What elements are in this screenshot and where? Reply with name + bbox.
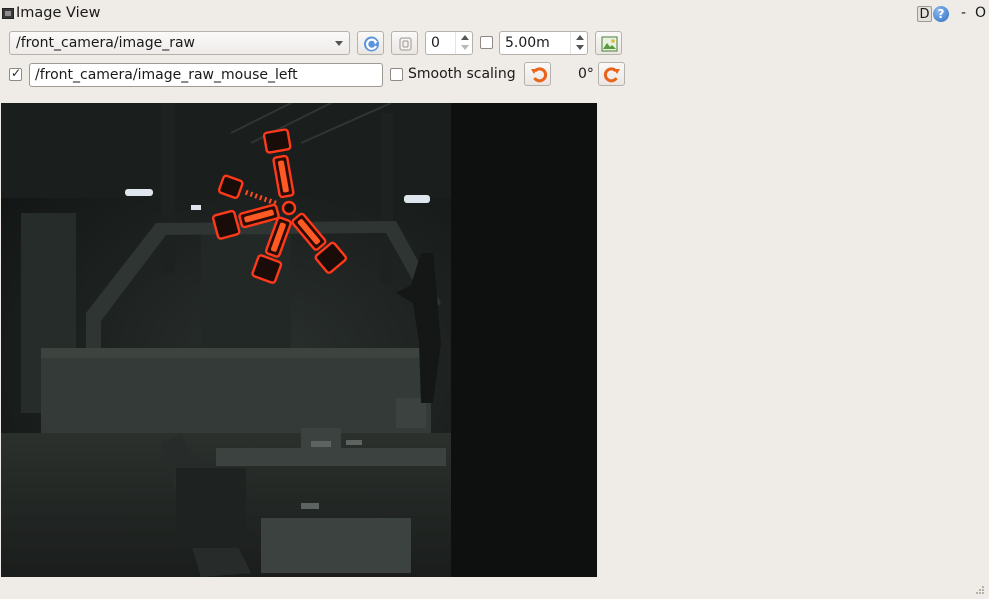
mouse-topic-checkbox[interactable]: ✓ <box>9 66 22 81</box>
dark-right-region <box>451 103 597 577</box>
topic-select-value: /front_camera/image_raw <box>16 35 195 51</box>
spin-up-icon[interactable] <box>461 35 469 40</box>
rotate-right-icon <box>603 67 620 83</box>
save-image-icon <box>601 36 618 52</box>
window-title: Image View <box>16 5 101 21</box>
spin-down-icon[interactable] <box>576 45 584 50</box>
minimize-button[interactable]: - <box>961 5 966 21</box>
rotate-left-button[interactable] <box>524 62 551 86</box>
rotation-label: 0° <box>578 66 594 82</box>
chevron-down-icon <box>335 41 343 46</box>
rotate-left-icon <box>531 67 548 83</box>
duration-checkbox[interactable] <box>480 36 493 49</box>
zoom-fit-button[interactable] <box>391 31 418 55</box>
camera-image[interactable] <box>1 103 597 577</box>
number-spinbox[interactable]: 0 <box>425 31 473 55</box>
save-image-button[interactable] <box>595 31 622 55</box>
smooth-scaling-checkbox[interactable] <box>390 68 403 81</box>
resize-grip-icon[interactable] <box>975 585 985 595</box>
refresh-topics-button[interactable] <box>357 31 384 55</box>
duration-spinbox[interactable]: 5.00m <box>499 31 588 55</box>
window-icon <box>2 8 14 19</box>
topic-select[interactable]: /front_camera/image_raw <box>9 31 350 55</box>
close-button[interactable]: O <box>975 5 986 21</box>
dock-button[interactable]: D <box>917 6 932 22</box>
help-button[interactable]: ? <box>933 6 949 22</box>
number-spinbox-value: 0 <box>431 35 440 51</box>
duration-spinbox-value: 5.00m <box>505 35 550 51</box>
rotate-right-button[interactable] <box>598 62 625 86</box>
mouse-topic-input-value: /front_camera/image_raw_mouse_left <box>35 67 298 83</box>
camera-frame <box>1 103 597 577</box>
check-mark-icon: ✓ <box>11 66 22 80</box>
spin-up-icon[interactable] <box>576 35 584 40</box>
mouse-topic-input[interactable]: /front_camera/image_raw_mouse_left <box>29 63 383 87</box>
spin-down-icon[interactable] <box>461 45 469 50</box>
smooth-scaling-label: Smooth scaling <box>408 66 516 82</box>
zoom-fit-icon <box>399 37 412 51</box>
refresh-icon <box>364 36 379 52</box>
